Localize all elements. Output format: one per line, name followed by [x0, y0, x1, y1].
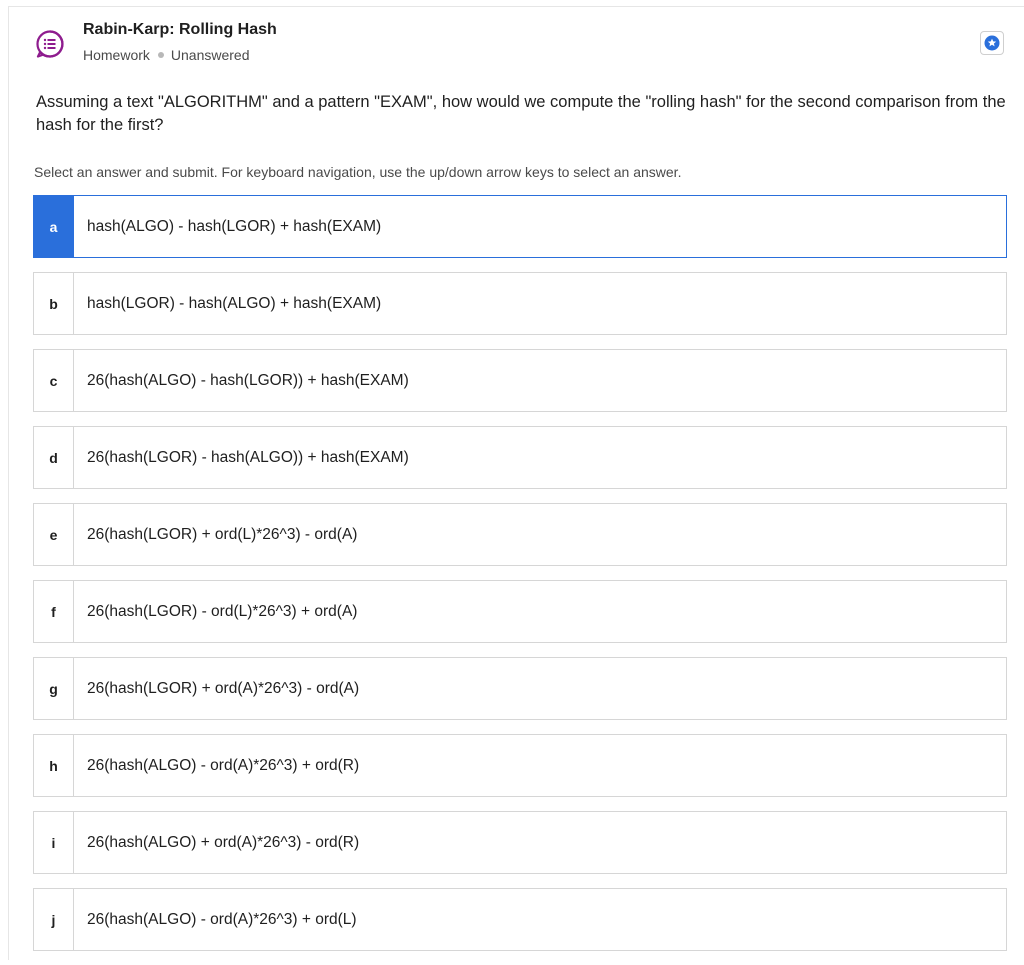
answer-option-a[interactable]: a hash(ALGO) - hash(LGOR) + hash(EXAM): [33, 195, 1007, 258]
option-letter: e: [34, 504, 74, 565]
star-icon: [984, 35, 1000, 51]
answer-option-c[interactable]: c 26(hash(ALGO) - hash(LGOR)) + hash(EXAM…: [33, 349, 1007, 412]
question-text: Assuming a text "ALGORITHM" and a patter…: [36, 93, 1006, 134]
answer-option-j[interactable]: j 26(hash(ALGO) - ord(A)*26^3) + ord(L): [33, 888, 1007, 951]
option-text: 26(hash(ALGO) - ord(A)*26^3) + ord(R): [87, 756, 360, 774]
option-letter: a: [34, 196, 74, 257]
option-letter: c: [34, 350, 74, 411]
option-text: 26(hash(ALGO) - hash(LGOR)) + hash(EXAM): [87, 371, 409, 389]
instructions-text: Select an answer and submit. For keyboar…: [34, 164, 682, 180]
answer-options: a hash(ALGO) - hash(LGOR) + hash(EXAM) b ha…: [33, 195, 1007, 965]
answer-option-g[interactable]: g 26(hash(LGOR) + ord(A)*26^3) - ord(A): [33, 657, 1007, 720]
option-text: 26(hash(LGOR) + ord(A)*26^3) - ord(A): [87, 679, 360, 697]
option-letter: g: [34, 658, 74, 719]
option-letter: i: [34, 812, 74, 873]
option-letter: d: [34, 427, 74, 488]
question-meta: Homework Unanswered: [83, 47, 250, 63]
option-text: 26(hash(LGOR) + ord(L)*26^3) - ord(A): [87, 525, 358, 543]
option-letter: j: [34, 889, 74, 950]
status-text: Unanswered: [170, 47, 250, 63]
option-text: hash(LGOR) - hash(ALGO) + hash(EXAM): [87, 294, 382, 312]
option-text: 26(hash(LGOR) - hash(ALGO)) + hash(EXAM): [87, 448, 409, 466]
bookmark-button[interactable]: [980, 31, 1004, 55]
option-text: 26(hash(ALGO) + ord(A)*26^3) - ord(R): [87, 833, 360, 851]
option-text: hash(ALGO) - hash(LGOR) + hash(EXAM): [87, 217, 382, 235]
question-title: Rabin-Karp: Rolling Hash: [83, 21, 277, 38]
answer-option-h[interactable]: h 26(hash(ALGO) - ord(A)*26^3) + ord(R): [33, 734, 1007, 797]
option-text: 26(hash(ALGO) - ord(A)*26^3) + ord(L): [87, 910, 357, 928]
option-text: 26(hash(LGOR) - ord(L)*26^3) + ord(A): [87, 602, 358, 620]
answer-option-f[interactable]: f 26(hash(LGOR) - ord(L)*26^3) + ord(A): [33, 580, 1007, 643]
option-letter: b: [34, 273, 74, 334]
option-letter: h: [34, 735, 74, 796]
separator-dot: [157, 52, 164, 59]
question-list-icon: [35, 29, 65, 59]
answer-option-b[interactable]: b hash(LGOR) - hash(ALGO) + hash(EXAM): [33, 272, 1007, 335]
answer-option-d[interactable]: d 26(hash(LGOR) - hash(ALGO)) + hash(EXAM…: [33, 426, 1007, 489]
answer-option-i[interactable]: i 26(hash(ALGO) + ord(A)*26^3) - ord(R): [33, 811, 1007, 874]
option-letter: f: [34, 581, 74, 642]
answer-option-e[interactable]: e 26(hash(LGOR) + ord(L)*26^3) - ord(A): [33, 503, 1007, 566]
question-type: Homework: [83, 47, 150, 63]
